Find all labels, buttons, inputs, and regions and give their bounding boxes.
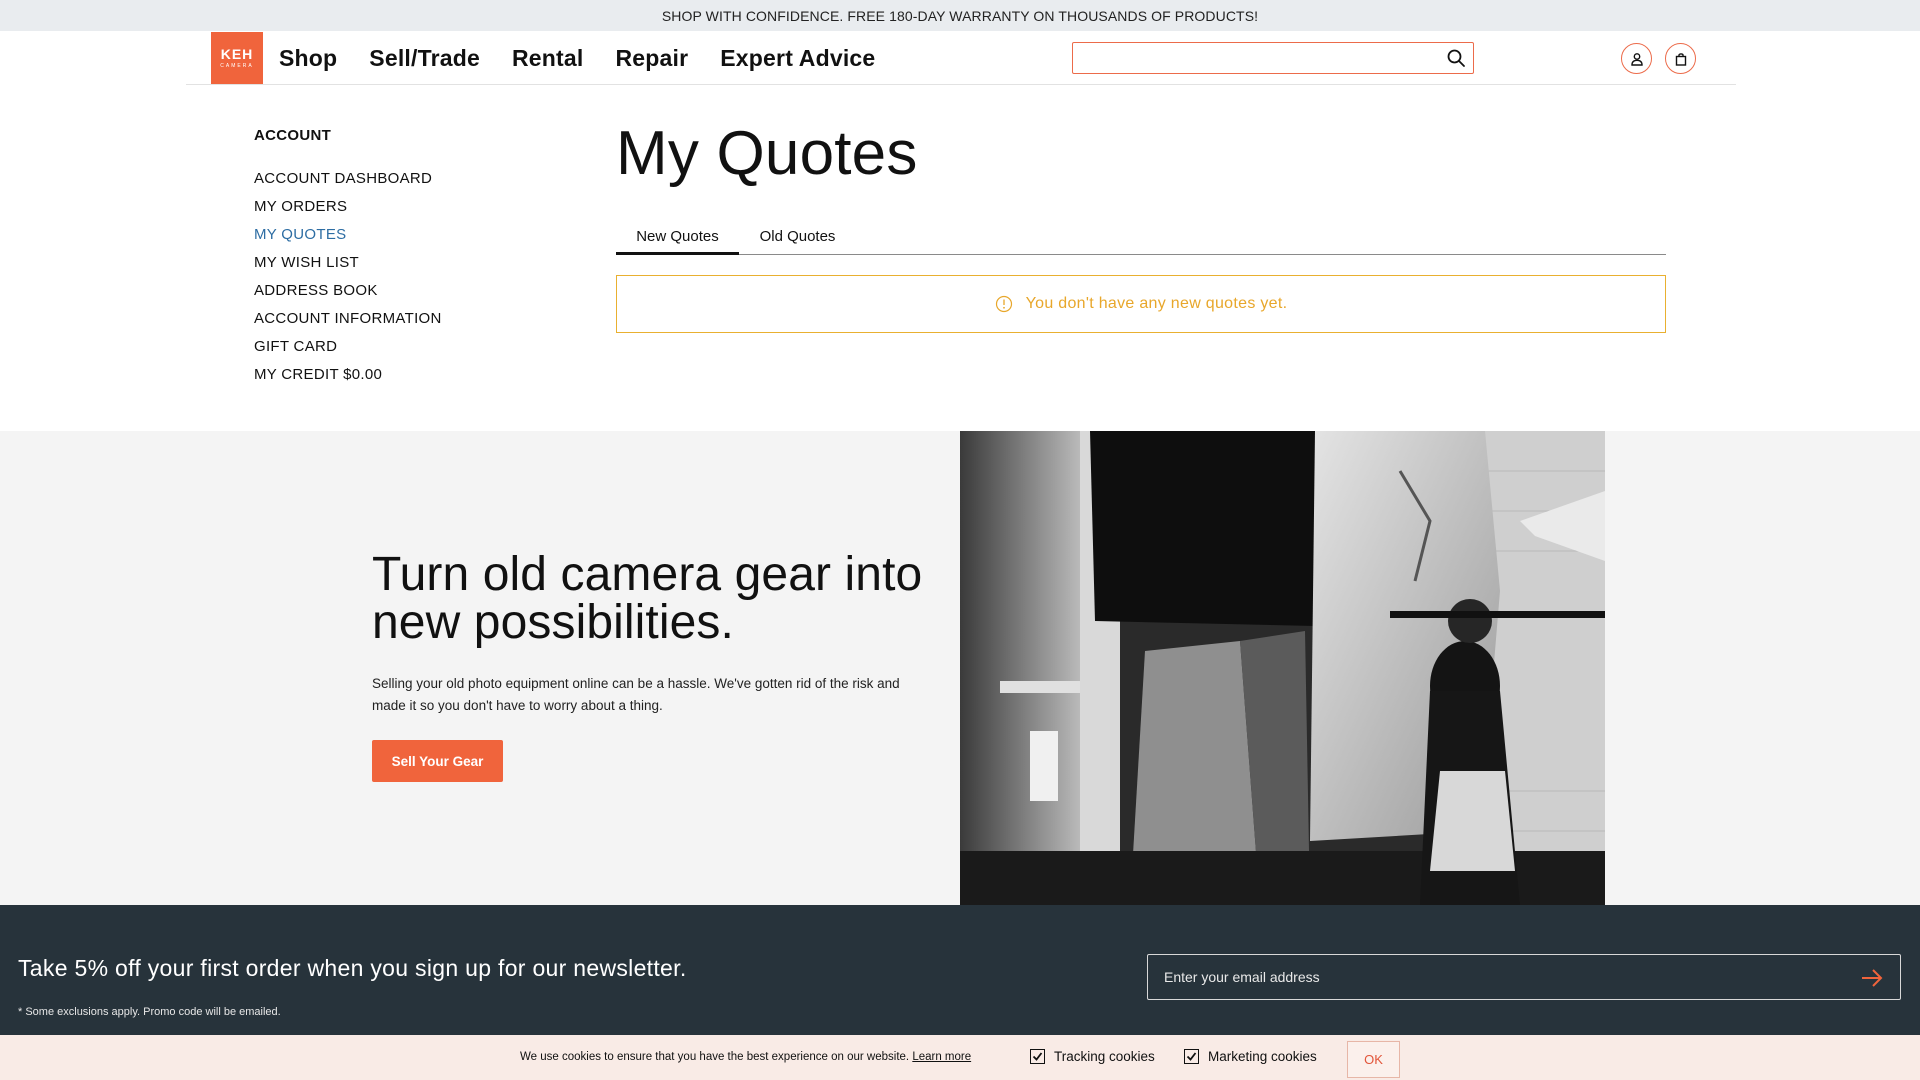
nav-expert-advice[interactable]: Expert Advice	[720, 45, 875, 72]
cookie-message-wrap: We use cookies to ensure that you have t…	[520, 1051, 971, 1063]
sidebar-item-account-information[interactable]: ACCOUNT INFORMATION	[254, 309, 554, 337]
newsletter-email-box	[1147, 954, 1901, 1000]
checkbox-box	[1030, 1049, 1045, 1064]
sidebar-item-my-credit[interactable]: MY CREDIT $0.00	[254, 365, 554, 393]
page-title: My Quotes	[616, 119, 918, 188]
nav-shop[interactable]: Shop	[279, 45, 337, 72]
cookie-banner: We use cookies to ensure that you have t…	[0, 1035, 1920, 1080]
keh-logo[interactable]: KEH CAMERA	[211, 32, 263, 84]
checkmark-icon	[1032, 1052, 1043, 1061]
tracking-cookies-label: Tracking cookies	[1054, 1049, 1155, 1064]
cookie-ok-button[interactable]: OK	[1347, 1041, 1400, 1078]
checkmark-icon	[1186, 1052, 1197, 1061]
search-icon[interactable]	[1446, 48, 1466, 68]
announcement-bar: SHOP WITH CONFIDENCE. FREE 180-DAY WARRA…	[0, 0, 1920, 31]
promo-headline: Turn old camera gear into new possibilit…	[372, 548, 923, 649]
search-input[interactable]	[1073, 43, 1433, 71]
site-header: KEH CAMERA Shop Sell/Trade Rental Repair…	[186, 31, 1736, 85]
cart-button[interactable]	[1665, 43, 1696, 74]
shopping-bag-icon	[1675, 52, 1686, 66]
arrow-right-icon[interactable]	[1860, 967, 1884, 989]
notice-text: You don't have any new quotes yet.	[1025, 295, 1288, 312]
sidebar-title: ACCOUNT	[254, 127, 332, 144]
sidebar-item-gift-card[interactable]: GIFT CARD	[254, 337, 554, 365]
sell-your-gear-button[interactable]: Sell Your Gear	[372, 740, 503, 782]
cookie-message: We use cookies to ensure that you have t…	[520, 1051, 910, 1063]
sidebar-item-my-wish-list[interactable]: MY WISH LIST	[254, 253, 554, 281]
empty-quotes-notice: You don't have any new quotes yet.	[616, 275, 1666, 333]
learn-more-link[interactable]: Learn more	[912, 1051, 971, 1063]
sidebar-item-address-book[interactable]: ADDRESS BOOK	[254, 281, 554, 309]
sidebar-item-my-quotes[interactable]: MY QUOTES	[254, 225, 554, 253]
quote-tabs: New Quotes Old Quotes	[616, 222, 1666, 255]
tab-old-quotes[interactable]: Old Quotes	[739, 222, 856, 255]
nav-repair[interactable]: Repair	[615, 45, 688, 72]
search-box	[1072, 42, 1474, 74]
marketing-cookies-label: Marketing cookies	[1208, 1049, 1317, 1064]
tracking-cookies-checkbox[interactable]: Tracking cookies	[1030, 1049, 1155, 1064]
marketing-cookies-checkbox[interactable]: Marketing cookies	[1184, 1049, 1317, 1064]
sell-gear-promo: Turn old camera gear into new possibilit…	[0, 431, 1920, 905]
sidebar-item-account-dashboard[interactable]: ACCOUNT DASHBOARD	[254, 169, 554, 197]
account-sidebar: ACCOUNT ACCOUNT DASHBOARD MY ORDERS MY Q…	[254, 127, 554, 393]
logo-subtext: CAMERA	[220, 63, 254, 69]
newsletter-section: Take 5% off your first order when you si…	[0, 905, 1920, 1035]
checkbox-box	[1184, 1049, 1199, 1064]
promo-body: Selling your old photo equipment online …	[372, 676, 900, 713]
promo-photo	[960, 431, 1605, 905]
main-nav: Shop Sell/Trade Rental Repair Expert Adv…	[279, 31, 907, 85]
info-icon	[995, 295, 1012, 313]
newsletter-fine-print: * Some exclusions apply. Promo code will…	[18, 1006, 281, 1018]
tab-new-quotes[interactable]: New Quotes	[616, 222, 739, 255]
user-icon	[1630, 52, 1643, 66]
announcement-text: SHOP WITH CONFIDENCE. FREE 180-DAY WARRA…	[661, 7, 1259, 24]
account-button[interactable]	[1621, 43, 1652, 74]
newsletter-email-input[interactable]	[1148, 955, 1828, 999]
studio-photo-graphic	[960, 431, 1605, 905]
logo-text: KEH	[220, 46, 254, 62]
newsletter-headline: Take 5% off your first order when you si…	[18, 955, 687, 981]
nav-rental[interactable]: Rental	[512, 45, 584, 72]
nav-sell-trade[interactable]: Sell/Trade	[369, 45, 480, 72]
sidebar-item-my-orders[interactable]: MY ORDERS	[254, 197, 554, 225]
